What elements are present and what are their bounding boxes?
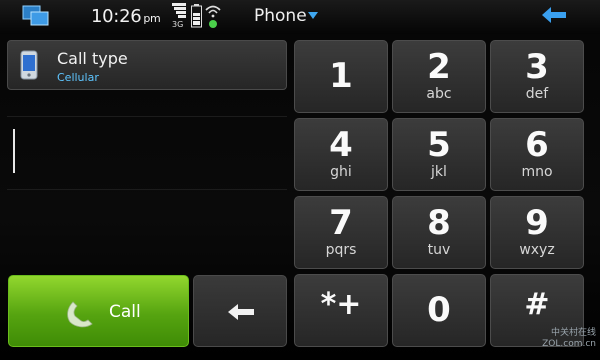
key-2[interactable]: 2 abc [392, 40, 486, 113]
network-type: 3G [172, 20, 184, 29]
back-arrow-icon[interactable] [540, 5, 570, 25]
text-cursor [13, 129, 15, 173]
wifi-icon [205, 5, 221, 28]
key-0[interactable]: 0 [392, 274, 486, 347]
task-switcher-icon[interactable] [22, 5, 50, 27]
key-7[interactable]: 7 pqrs [294, 196, 388, 269]
call-type-label: Call type [57, 49, 128, 68]
key-5[interactable]: 5 jkl [392, 118, 486, 191]
backspace-arrow-icon [228, 304, 254, 320]
status-bar: 10:26 pm 3G Phone [0, 0, 600, 34]
backspace-button[interactable] [193, 275, 287, 347]
call-button[interactable]: Call [8, 275, 189, 347]
handset-icon [67, 301, 93, 328]
clock: 10:26 pm [91, 6, 161, 27]
number-display[interactable] [7, 116, 287, 190]
mobile-phone-icon [20, 50, 38, 80]
key-1[interactable]: 1 [294, 40, 388, 113]
call-label: Call [109, 302, 141, 322]
key-3[interactable]: 3 def [490, 40, 584, 113]
app-title[interactable]: Phone [254, 6, 307, 26]
key-6[interactable]: 6 mno [490, 118, 584, 191]
dropdown-arrow-icon[interactable] [308, 12, 318, 20]
key-9[interactable]: 9 wxyz [490, 196, 584, 269]
key-4[interactable]: 4 ghi [294, 118, 388, 191]
watermark: 中关村在线 ZOL.com.cn [542, 328, 596, 349]
key-star-plus[interactable]: *+ [294, 274, 388, 347]
call-type-value: Cellular [57, 71, 99, 84]
key-8[interactable]: 8 tuv [392, 196, 486, 269]
battery-icon [191, 4, 202, 28]
call-type-selector[interactable]: Call type Cellular [7, 40, 287, 90]
